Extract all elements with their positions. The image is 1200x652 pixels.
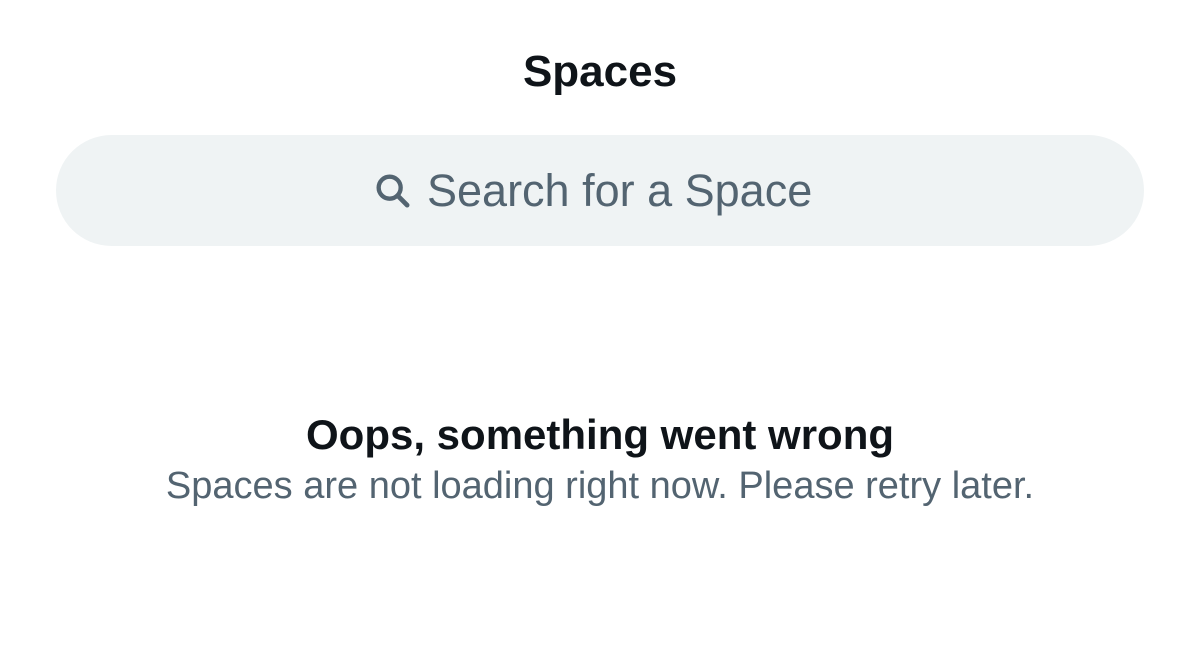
- search-bar[interactable]: [56, 135, 1144, 246]
- page-title: Spaces: [522, 47, 678, 96]
- error-message: Spaces are not loading right now. Please…: [165, 465, 1035, 507]
- search-input[interactable]: [427, 164, 827, 217]
- search-icon: [373, 171, 413, 211]
- error-state: Oops, something went wrong Spaces are no…: [0, 410, 1200, 510]
- error-title: Oops, something went wrong: [306, 411, 894, 458]
